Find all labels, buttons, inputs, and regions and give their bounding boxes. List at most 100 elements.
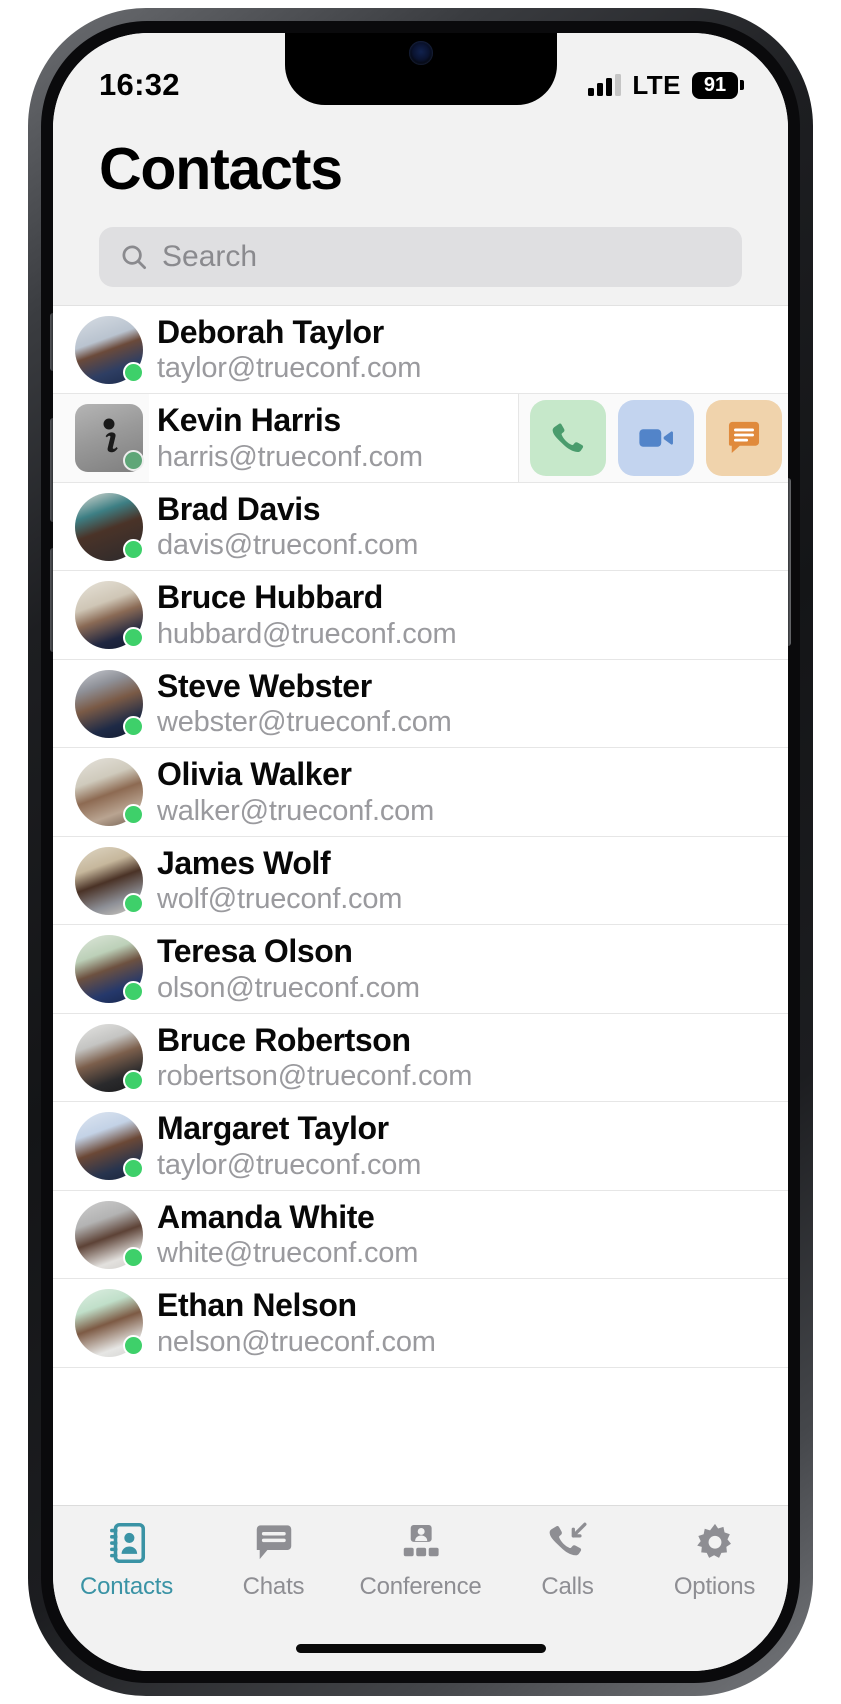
page-title: Contacts — [99, 136, 343, 202]
swipe-actions — [530, 400, 782, 477]
call-arrow-icon — [546, 1520, 590, 1566]
contact-row[interactable]: James Wolf wolf@trueconf.com — [53, 836, 788, 926]
contact-info: Brad Davis davis@trueconf.com — [157, 491, 419, 562]
battery-icon: 91 — [692, 71, 744, 99]
avatar — [75, 581, 144, 650]
contact-row[interactable]: Bruce Robertson robertson@trueconf.com — [53, 1013, 788, 1103]
phone-bezel: 16:32 LTE 91 Contacts Search Deborah Tay… — [41, 21, 800, 1683]
tab-options[interactable]: Options — [641, 1520, 788, 1601]
status-badge — [123, 804, 144, 826]
nav-header: Contacts — [53, 119, 788, 201]
avatar — [75, 492, 144, 561]
contact-email: robertson@trueconf.com — [157, 1060, 473, 1093]
contact-info: Kevin Harris harris@trueconf.com — [157, 402, 423, 473]
avatar — [75, 1200, 144, 1269]
address-book-icon — [106, 1520, 148, 1566]
contact-email: nelson@trueconf.com — [157, 1325, 436, 1358]
contact-name: James Wolf — [157, 844, 331, 881]
front-camera-icon — [408, 41, 433, 65]
phone-frame: 16:32 LTE 91 Contacts Search Deborah Tay… — [28, 8, 813, 1696]
contact-name: Bruce Robertson — [157, 1021, 411, 1058]
status-badge — [123, 981, 144, 1003]
gear-icon — [693, 1520, 737, 1566]
contact-info: Ethan Nelson nelson@trueconf.com — [157, 1287, 436, 1358]
contact-email: harris@trueconf.com — [157, 440, 423, 473]
avatar — [75, 404, 144, 473]
tab-chats[interactable]: Chats — [200, 1520, 347, 1601]
contact-info: Amanda White white@trueconf.com — [157, 1199, 419, 1270]
tab-label: Conference — [359, 1573, 482, 1600]
status-time: 16:32 — [99, 67, 180, 102]
contact-row[interactable]: Kevin Harris harris@trueconf.com — [53, 394, 788, 483]
video-call-button[interactable] — [618, 400, 694, 477]
contact-name: Teresa Olson — [157, 933, 353, 970]
status-badge — [123, 1069, 144, 1091]
status-badge — [123, 1158, 144, 1180]
search-container: Search — [53, 200, 788, 305]
tab-label: Contacts — [79, 1573, 174, 1600]
contact-info: Deborah Taylor taylor@trueconf.com — [157, 313, 422, 385]
contact-name: Kevin Harris — [157, 402, 341, 439]
battery-level: 91 — [692, 71, 738, 99]
status-badge — [123, 1335, 144, 1357]
contact-row[interactable]: Bruce Hubbard hubbard@trueconf.com — [53, 571, 788, 660]
tab-bar: Contacts Chats Conference Calls Options — [53, 1505, 788, 1625]
contact-list[interactable]: Deborah Taylor taylor@trueconf.com Kevin H… — [53, 304, 788, 1505]
chat-bubble-icon — [252, 1520, 296, 1566]
status-badge — [123, 538, 144, 560]
status-badge — [123, 361, 144, 383]
search-icon — [119, 242, 149, 272]
chat-button[interactable] — [706, 400, 782, 477]
status-badge — [123, 627, 144, 649]
avatar — [75, 669, 144, 738]
contact-info: Steve Webster webster@trueconf.com — [157, 667, 452, 739]
call-button[interactable] — [530, 400, 606, 477]
info-icon — [94, 417, 124, 464]
tab-label: Chats — [242, 1573, 305, 1600]
contact-row[interactable]: Olivia Walker walker@trueconf.com — [53, 748, 788, 837]
contact-row[interactable]: Margaret Taylor taylor@trueconf.com — [53, 1102, 788, 1191]
contact-email: hubbard@trueconf.com — [157, 617, 457, 650]
contact-info: Margaret Taylor taylor@trueconf.com — [157, 1110, 422, 1181]
contact-info: James Wolf wolf@trueconf.com — [157, 844, 402, 916]
contact-email: taylor@trueconf.com — [157, 352, 422, 385]
tab-label: Calls — [541, 1573, 594, 1600]
conference-icon — [399, 1520, 443, 1566]
tab-label: Options — [673, 1573, 756, 1600]
status-indicators: LTE 91 — [588, 70, 744, 101]
contact-email: walker@trueconf.com — [157, 794, 435, 827]
avatar — [75, 1289, 144, 1358]
contact-row[interactable]: Steve Webster webster@trueconf.com — [53, 659, 788, 749]
avatar — [75, 935, 144, 1004]
contact-row[interactable]: Ethan Nelson nelson@trueconf.com — [53, 1279, 788, 1368]
status-badge — [123, 450, 144, 472]
contact-row[interactable]: Brad Davis davis@trueconf.com — [53, 482, 788, 572]
avatar — [75, 1112, 144, 1181]
signal-bars-icon — [588, 74, 622, 96]
contact-row[interactable]: Deborah Taylor taylor@trueconf.com — [53, 305, 788, 395]
tab-conference[interactable]: Conference — [347, 1520, 494, 1601]
contact-email: davis@trueconf.com — [157, 529, 419, 562]
status-badge — [123, 715, 144, 737]
contact-row[interactable]: Teresa Olson olson@trueconf.com — [53, 925, 788, 1014]
contact-name: Olivia Walker — [157, 756, 352, 793]
contact-email: white@trueconf.com — [157, 1237, 419, 1270]
battery-tip — [740, 80, 744, 90]
search-input[interactable]: Search — [99, 226, 742, 287]
contact-name: Steve Webster — [157, 667, 372, 704]
carrier-label: LTE — [632, 69, 681, 100]
contact-row[interactable]: Amanda White white@trueconf.com — [53, 1190, 788, 1280]
contact-info: Bruce Robertson robertson@trueconf.com — [157, 1021, 473, 1093]
contact-name: Deborah Taylor — [157, 313, 384, 350]
tab-contacts[interactable]: Contacts — [53, 1520, 200, 1601]
avatar — [75, 315, 144, 384]
contact-email: taylor@trueconf.com — [157, 1148, 422, 1181]
avatar — [75, 846, 144, 915]
contact-name: Margaret Taylor — [157, 1110, 389, 1147]
avatar — [75, 1023, 144, 1092]
home-indicator[interactable] — [295, 1643, 546, 1653]
contact-email: olson@trueconf.com — [157, 971, 420, 1004]
status-badge — [123, 1246, 144, 1268]
contact-info: Bruce Hubbard hubbard@trueconf.com — [157, 579, 457, 650]
tab-calls[interactable]: Calls — [494, 1520, 641, 1601]
